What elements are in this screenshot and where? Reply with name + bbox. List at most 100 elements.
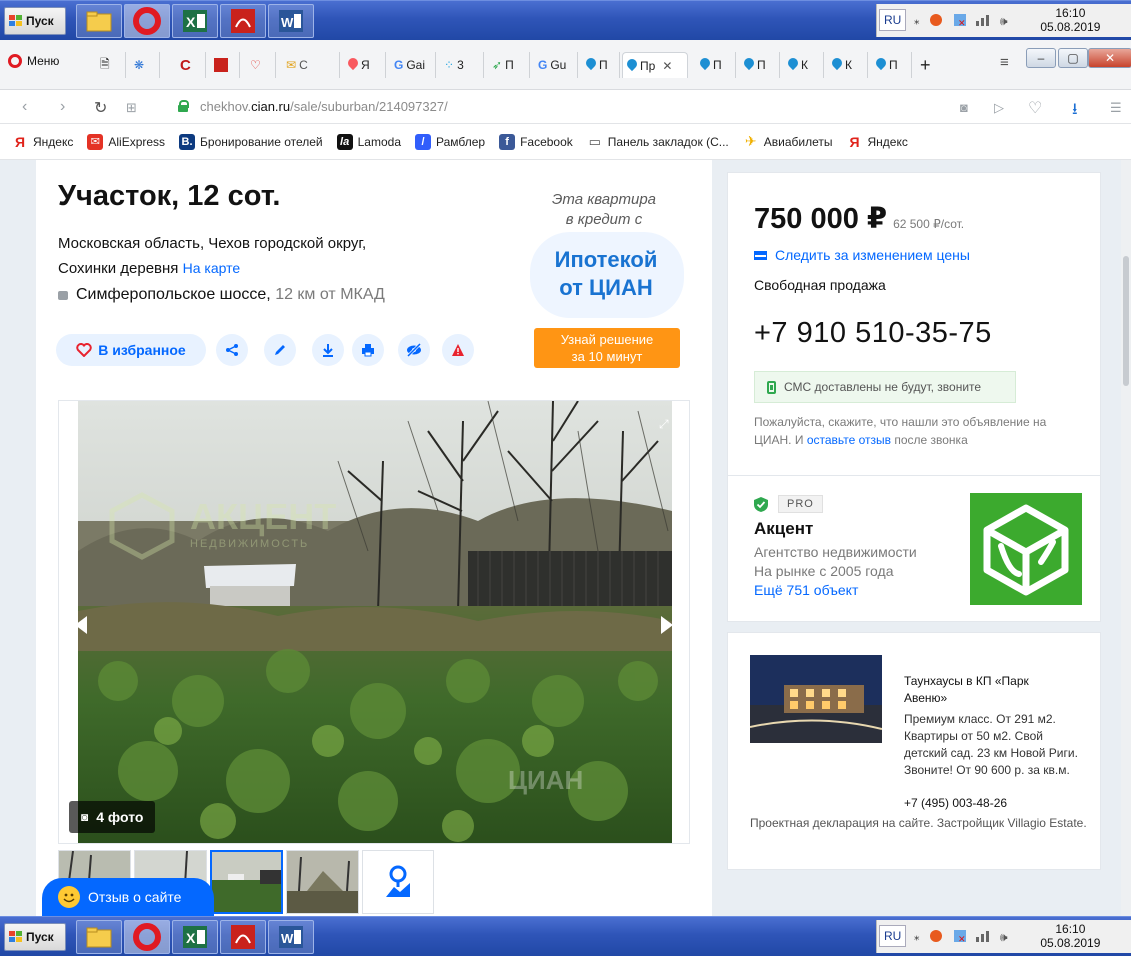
agency-name[interactable]: Акцент xyxy=(754,519,813,539)
thumbnail-3-selected[interactable] xyxy=(210,850,283,914)
tab-google-c[interactable]: G Gu xyxy=(534,52,578,78)
tab-pin-6[interactable]: П xyxy=(872,52,912,78)
start-button[interactable]: Пуск xyxy=(4,923,66,951)
taskbar-acrobat[interactable] xyxy=(220,920,266,954)
advertisement-card[interactable]: Таунхаусы в КП «Парк Авеню» Премиум клас… xyxy=(727,632,1101,870)
page-scrollbar[interactable] xyxy=(1121,160,1131,916)
reload-icon[interactable]: ↻ xyxy=(94,98,107,118)
ad-phone[interactable]: +7 (495) 003-48-26 xyxy=(904,796,1007,810)
tab-file[interactable]: 🗎 xyxy=(96,52,126,78)
taskbar-excel[interactable]: X xyxy=(172,4,218,38)
bookmark-yandex[interactable]: Я Яндекс xyxy=(12,134,73,150)
tab-active-cian[interactable]: Пр ✕ xyxy=(622,52,688,78)
tab-dots[interactable]: ⁘ 3 xyxy=(440,52,484,78)
taskbar-opera[interactable] xyxy=(124,4,170,38)
edit-button[interactable] xyxy=(264,334,296,366)
language-indicator[interactable]: RU xyxy=(879,9,907,31)
taskbar-excel[interactable]: X xyxy=(172,920,218,954)
ad-title[interactable]: Таунхаусы в КП «Парк Авеню» xyxy=(904,673,1074,707)
settings-icon[interactable]: ☰ xyxy=(1110,100,1122,116)
bookmark-rambler[interactable]: / Рамблер xyxy=(415,133,485,150)
forward-icon[interactable]: › xyxy=(60,98,65,116)
add-to-favorites-button[interactable]: В избранное xyxy=(56,334,206,366)
start-button[interactable]: Пуск xyxy=(4,7,66,35)
back-icon[interactable]: ‹ xyxy=(22,98,27,116)
mortgage-promo-button[interactable]: Узнай решение за 10 минут xyxy=(534,328,680,368)
ad-image[interactable] xyxy=(750,655,882,743)
heart-icon[interactable]: ♡ xyxy=(1028,98,1042,118)
prev-photo-arrow[interactable] xyxy=(75,616,87,634)
scrollbar-thumb[interactable] xyxy=(1123,256,1129,386)
language-indicator[interactable]: RU xyxy=(879,925,907,947)
new-tab-button[interactable]: + xyxy=(916,52,942,78)
tab-feather[interactable]: ➶ П xyxy=(488,52,530,78)
bookmark-label: AliExpress xyxy=(108,134,166,149)
tab-red-square[interactable] xyxy=(210,52,240,78)
photo-count-badge[interactable]: ◙ 4 фото xyxy=(69,801,156,833)
listing-photo[interactable]: АКЦЕНТ НЕДВИЖИМОСТЬ ЦИАН xyxy=(78,401,672,843)
tab-yandex-pin[interactable]: Я xyxy=(344,52,386,78)
close-window-button[interactable]: ✕ xyxy=(1088,48,1131,68)
bookmark-booking[interactable]: B. Бронирование отелей xyxy=(179,133,323,150)
bookmark-yandex-2[interactable]: Я Яндекс xyxy=(846,134,907,150)
agency-more-link[interactable]: Ещё 751 объект xyxy=(754,582,858,598)
tab-heart[interactable]: ♡ xyxy=(246,52,276,78)
taskbar-word[interactable]: W xyxy=(268,4,314,38)
clock[interactable]: 16:10 05.08.2019 xyxy=(1040,922,1100,950)
follow-price-link[interactable]: Следить за изменением цены xyxy=(754,247,970,263)
tab-pin-3[interactable]: П xyxy=(740,52,780,78)
tab-pin-4[interactable]: К xyxy=(784,52,824,78)
send-icon[interactable]: ▷ xyxy=(994,100,1004,116)
report-button[interactable] xyxy=(442,334,474,366)
bookmark-flights[interactable]: ✈ Авиабилеты xyxy=(743,133,833,150)
opera-logo-icon xyxy=(8,54,22,68)
download-button[interactable] xyxy=(312,334,344,366)
tab-snowflake[interactable]: ❋ xyxy=(130,52,160,78)
download-icon[interactable]: ⭳ xyxy=(1072,98,1078,125)
bookmark-aliexpress[interactable]: ✉ AliExpress xyxy=(87,133,166,150)
leave-review-link[interactable]: оставьте отзыв xyxy=(807,433,891,447)
booking-icon: B. xyxy=(179,133,196,150)
fullscreen-icon[interactable]: ⤢ xyxy=(659,417,669,432)
phone-number[interactable]: +7 910 510-35-75 xyxy=(754,317,992,350)
minimize-button[interactable]: – xyxy=(1026,48,1056,68)
tab-pin-1[interactable]: П xyxy=(582,52,620,78)
map-pin-icon xyxy=(700,58,710,72)
tab-google-a[interactable]: G Gai xyxy=(390,52,436,78)
share-button[interactable] xyxy=(216,334,248,366)
bookmark-facebook[interactable]: f Facebook xyxy=(499,133,573,150)
speed-dial-icon[interactable]: ⊞ xyxy=(126,100,137,116)
bookmark-label: Яндекс xyxy=(33,134,74,149)
hide-listing-button[interactable] xyxy=(398,334,430,366)
taskbar-opera[interactable] xyxy=(124,920,170,954)
favorites-label: В избранное xyxy=(98,342,186,358)
clock[interactable]: 16:10 05.08.2019 xyxy=(1040,6,1100,34)
taskbar-word[interactable]: W xyxy=(268,920,314,954)
print-button[interactable] xyxy=(352,334,384,366)
price-contact-card: 750 000 ₽ 62 500 ₽/сот. Следить за измене… xyxy=(727,172,1101,622)
tab-s[interactable]: С xyxy=(176,52,206,78)
taskbar-explorer[interactable] xyxy=(76,4,122,38)
next-photo-arrow[interactable] xyxy=(661,616,673,634)
maximize-button[interactable]: ▢ xyxy=(1058,48,1088,68)
highway-name: Симферопольское шоссе, xyxy=(76,286,271,303)
tab-menu-icon[interactable]: ≡ xyxy=(1000,54,1009,71)
bookmark-lamoda[interactable]: la Lamoda xyxy=(336,133,401,150)
feather-icon: ➶ xyxy=(492,58,503,72)
tab-pin-2[interactable]: П xyxy=(696,52,736,78)
close-tab-icon[interactable]: ✕ xyxy=(662,59,672,73)
tab-mail[interactable]: ✉ С xyxy=(282,52,340,78)
taskbar-explorer[interactable] xyxy=(76,920,122,954)
site-feedback-button[interactable]: Отзыв о сайте xyxy=(42,878,214,916)
url-field[interactable]: chekhov.cian.ru/sale/suburban/214097327/ xyxy=(200,99,448,114)
thumbnail-4[interactable] xyxy=(286,850,359,914)
map-thumbnail[interactable] xyxy=(362,850,434,914)
map-link[interactable]: На карте xyxy=(183,260,241,276)
tab-label: П xyxy=(599,58,608,72)
tab-pin-5[interactable]: К xyxy=(828,52,868,78)
agency-logo[interactable] xyxy=(970,493,1082,605)
camera-icon[interactable]: ◙ xyxy=(960,100,968,115)
taskbar-acrobat[interactable] xyxy=(220,4,266,38)
bookmark-folder[interactable]: ▭ Панель закладок (С... xyxy=(587,134,729,150)
opera-menu-button[interactable]: Меню xyxy=(8,54,59,68)
